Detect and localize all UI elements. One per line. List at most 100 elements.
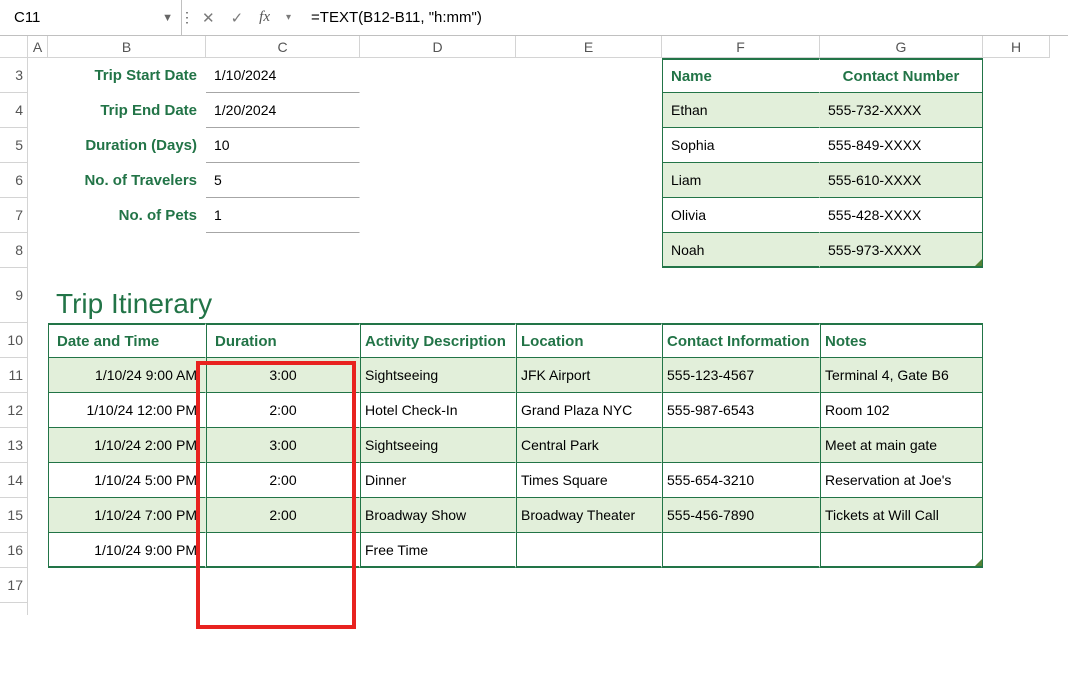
it-duration-1[interactable]: 2:00 (206, 393, 360, 428)
it-date-3[interactable]: 1/10/24 5:00 PM (48, 463, 206, 498)
cell-E6[interactable] (516, 163, 662, 198)
it-activity-0[interactable]: Sightseeing (360, 358, 516, 393)
trip-start-label[interactable]: Trip Start Date (48, 58, 206, 93)
cell-H9[interactable] (983, 268, 1050, 323)
contact-name-2[interactable]: Liam (662, 163, 820, 198)
it-contact-3[interactable]: 555-654-3210 (662, 463, 820, 498)
it-location-3[interactable]: Times Square (516, 463, 662, 498)
cell-H3[interactable] (983, 58, 1050, 93)
it-location-1[interactable]: Grand Plaza NYC (516, 393, 662, 428)
it-date-5[interactable]: 1/10/24 9:00 PM (48, 533, 206, 568)
cell-H10[interactable] (983, 323, 1050, 358)
cell-H16[interactable] (983, 533, 1050, 568)
cell-D18[interactable] (360, 603, 516, 615)
cell-E3[interactable] (516, 58, 662, 93)
it-duration-4[interactable]: 2:00 (206, 498, 360, 533)
it-duration-5[interactable] (206, 533, 360, 568)
cell-H14[interactable] (983, 463, 1050, 498)
cell-F17[interactable] (662, 568, 820, 603)
it-head-notes[interactable]: Notes (820, 323, 983, 358)
row-header-17[interactable]: 17 (0, 568, 28, 603)
accept-icon[interactable]: ✓ (225, 7, 250, 29)
cell-E7[interactable] (516, 198, 662, 233)
it-contact-0[interactable]: 555-123-4567 (662, 358, 820, 393)
cell-F18[interactable] (662, 603, 820, 615)
cell-B17[interactable] (48, 568, 206, 603)
row-header-14[interactable]: 14 (0, 463, 28, 498)
name-box[interactable]: C11 ▼ (0, 0, 182, 35)
it-location-4[interactable]: Broadway Theater (516, 498, 662, 533)
cell-H7[interactable] (983, 198, 1050, 233)
row-header-11[interactable]: 11 (0, 358, 28, 393)
cell-D17[interactable] (360, 568, 516, 603)
row-header-7[interactable]: 7 (0, 198, 28, 233)
cell-H12[interactable] (983, 393, 1050, 428)
cell-H5[interactable] (983, 128, 1050, 163)
cell-A14[interactable] (28, 463, 48, 498)
cell-G18[interactable] (820, 603, 983, 615)
it-notes-1[interactable]: Room 102 (820, 393, 983, 428)
cell-A13[interactable] (28, 428, 48, 463)
it-location-0[interactable]: JFK Airport (516, 358, 662, 393)
contact-number-3[interactable]: 555-428-XXXX (820, 198, 983, 233)
it-duration-0[interactable]: 3:00 (206, 358, 360, 393)
cell-H13[interactable] (983, 428, 1050, 463)
contact-name-0[interactable]: Ethan (662, 93, 820, 128)
cell-A16[interactable] (28, 533, 48, 568)
col-header-C[interactable]: C (206, 36, 360, 58)
cell-E5[interactable] (516, 128, 662, 163)
row-header-6[interactable]: 6 (0, 163, 28, 198)
row-header-18[interactable] (0, 603, 28, 615)
cell-A5[interactable] (28, 128, 48, 163)
travelers-label[interactable]: No. of Travelers (48, 163, 206, 198)
cell-A10[interactable] (28, 323, 48, 358)
chevron-down-icon[interactable]: ▾ (280, 10, 297, 25)
cell-D3[interactable] (360, 58, 516, 93)
cell-A18[interactable] (28, 603, 48, 615)
contact-name-3[interactable]: Olivia (662, 198, 820, 233)
cell-E18[interactable] (516, 603, 662, 615)
it-head-activity[interactable]: Activity Description (360, 323, 516, 358)
trip-start-value[interactable]: 1/10/2024 (206, 58, 360, 93)
col-header-B[interactable]: B (48, 36, 206, 58)
cell-A12[interactable] (28, 393, 48, 428)
cell-G17[interactable] (820, 568, 983, 603)
col-header-F[interactable]: F (662, 36, 820, 58)
cell-D5[interactable] (360, 128, 516, 163)
it-date-2[interactable]: 1/10/24 2:00 PM (48, 428, 206, 463)
cell-E4[interactable] (516, 93, 662, 128)
cell-A7[interactable] (28, 198, 48, 233)
row-header-5[interactable]: 5 (0, 128, 28, 163)
it-location-5[interactable] (516, 533, 662, 568)
it-date-1[interactable]: 1/10/24 12:00 PM (48, 393, 206, 428)
cell-A4[interactable] (28, 93, 48, 128)
spreadsheet[interactable]: A B C D E F G H 3 Trip Start Date 1/10/2… (0, 36, 1068, 615)
row-header-4[interactable]: 4 (0, 93, 28, 128)
cell-A8[interactable] (28, 233, 48, 268)
it-duration-3[interactable]: 2:00 (206, 463, 360, 498)
cell-A15[interactable] (28, 498, 48, 533)
cell-C8[interactable] (206, 233, 360, 268)
pets-label[interactable]: No. of Pets (48, 198, 206, 233)
contacts-name-header[interactable]: Name (662, 58, 820, 93)
contact-number-0[interactable]: 555-732-XXXX (820, 93, 983, 128)
it-notes-5[interactable] (820, 533, 983, 568)
row-header-15[interactable]: 15 (0, 498, 28, 533)
row-header-8[interactable]: 8 (0, 233, 28, 268)
cell-A3[interactable] (28, 58, 48, 93)
chevron-down-icon[interactable]: ▼ (162, 12, 173, 24)
contact-name-1[interactable]: Sophia (662, 128, 820, 163)
it-contact-4[interactable]: 555-456-7890 (662, 498, 820, 533)
table-resize-handle-icon[interactable] (975, 259, 982, 266)
cell-B18[interactable] (48, 603, 206, 615)
duration-days-value[interactable]: 10 (206, 128, 360, 163)
cell-A17[interactable] (28, 568, 48, 603)
contact-name-4[interactable]: Noah (662, 233, 820, 268)
row-header-10[interactable]: 10 (0, 323, 28, 358)
it-duration-2[interactable]: 3:00 (206, 428, 360, 463)
formula-input[interactable] (301, 0, 1068, 35)
it-date-4[interactable]: 1/10/24 7:00 PM (48, 498, 206, 533)
row-header-13[interactable]: 13 (0, 428, 28, 463)
col-header-H[interactable]: H (983, 36, 1050, 58)
col-header-E[interactable]: E (516, 36, 662, 58)
